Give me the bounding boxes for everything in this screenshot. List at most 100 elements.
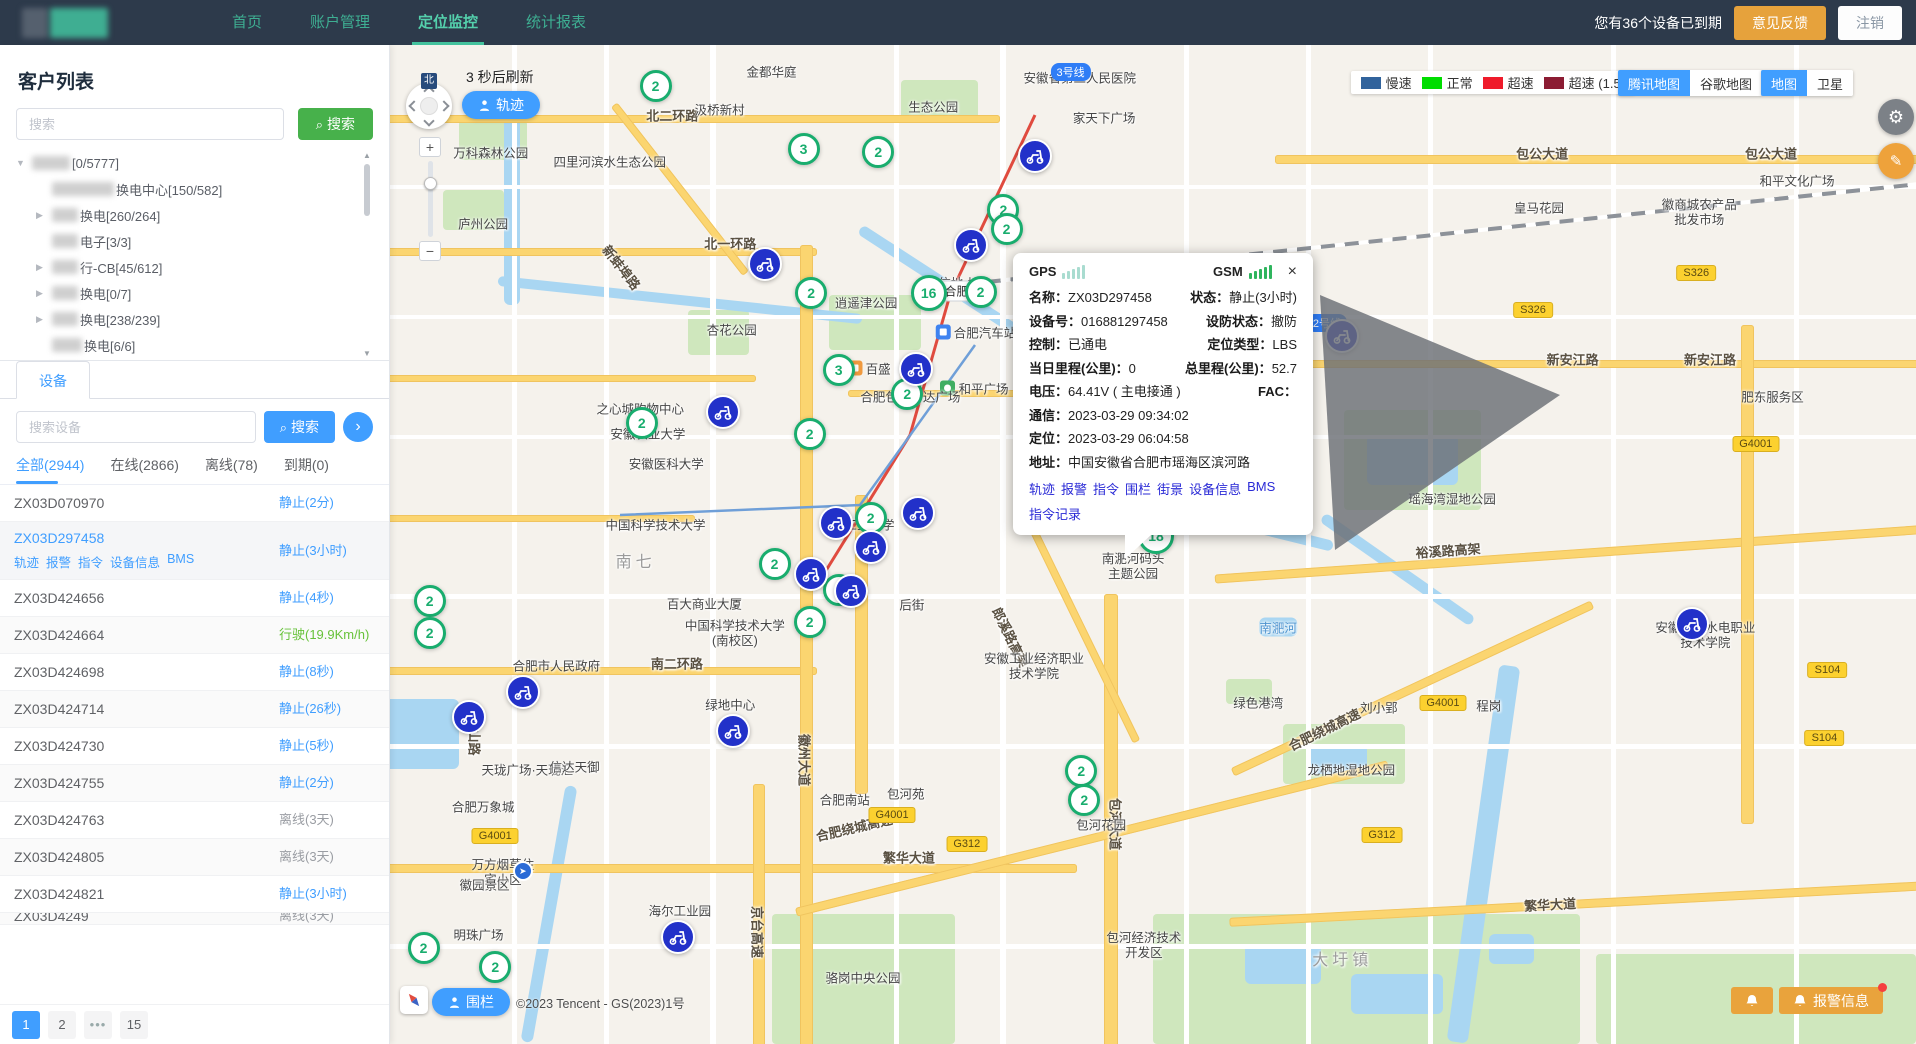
vehicle-cluster-marker[interactable]: 2	[991, 213, 1023, 245]
scrollbar-thumb[interactable]	[364, 164, 370, 216]
popup-link-设备信息[interactable]: 设备信息	[1189, 479, 1241, 498]
device-row[interactable]: ZX03D424664行驶(19.9Km/h)	[0, 617, 389, 654]
tree-node[interactable]: ▶换电[260/264]	[16, 202, 373, 228]
alarm-info-button[interactable]: 报警信息	[1779, 987, 1883, 1014]
expand-icon[interactable]: ▶	[36, 210, 52, 221]
compass-control[interactable]	[400, 986, 428, 1014]
scooter-marker[interactable]	[706, 395, 740, 429]
scooter-marker[interactable]	[819, 506, 853, 540]
tree-node[interactable]: 换电中心[150/582]	[16, 176, 373, 202]
maptype-地图[interactable]: 地图	[1761, 70, 1807, 96]
popup-link-报警[interactable]: 报警	[1061, 479, 1087, 498]
vehicle-cluster-marker[interactable]: 2	[626, 407, 658, 439]
tree-node[interactable]: 电子[3/3]	[16, 228, 373, 254]
scooter-marker[interactable]	[748, 247, 782, 281]
vehicle-cluster-marker[interactable]: 2	[479, 951, 511, 983]
nav-item-定位监控[interactable]: 定位监控	[394, 0, 502, 45]
vehicle-cluster-marker[interactable]: 2	[862, 136, 894, 168]
scooter-marker[interactable]	[794, 557, 828, 591]
zoom-out-button[interactable]: −	[419, 241, 441, 261]
vehicle-cluster-marker[interactable]: 2	[1065, 755, 1097, 787]
vehicle-cluster-marker[interactable]: 2	[759, 548, 791, 580]
maptype-卫星[interactable]: 卫星	[1807, 70, 1853, 96]
device-action-link[interactable]: BMS	[167, 552, 194, 571]
vehicle-cluster-marker[interactable]: 2	[640, 70, 672, 102]
pan-center[interactable]	[420, 97, 438, 115]
device-row[interactable]: ZX03D424698静止(8秒)	[0, 654, 389, 691]
zoom-slider-track[interactable]	[428, 161, 433, 237]
device-row[interactable]: ZX03D424821静止(3小时)	[0, 876, 389, 913]
map-canvas[interactable]: 北二环路北一环路新蚌埠路南二环路繁华大道繁华大道包公大道包公大道新安江路新安江路…	[390, 45, 1916, 1044]
tree-node[interactable]: ▶换电[0/7]	[16, 280, 373, 306]
page-button-•••[interactable]: •••	[84, 1011, 112, 1039]
expand-icon[interactable]: ▼	[16, 158, 32, 168]
scooter-marker[interactable]	[1325, 319, 1359, 353]
nav-item-统计报表[interactable]: 统计报表	[502, 0, 610, 45]
pan-right-icon[interactable]	[438, 100, 449, 111]
popup-link-轨迹[interactable]: 轨迹	[1029, 479, 1055, 498]
popup-link-街景[interactable]: 街景	[1157, 479, 1183, 498]
expand-icon[interactable]: ▶	[36, 314, 52, 325]
scooter-marker[interactable]	[854, 530, 888, 564]
settings-button[interactable]: ⚙	[1878, 99, 1914, 135]
device-row[interactable]: ZX03D424763离线(3天)	[0, 802, 389, 839]
nav-item-首页[interactable]: 首页	[208, 0, 286, 45]
track-button[interactable]: 轨迹	[462, 91, 540, 119]
tab-devices[interactable]: 设备	[16, 361, 90, 399]
filter-全部(2944)[interactable]: 全部(2944)	[16, 455, 84, 484]
pan-down-icon[interactable]	[423, 115, 434, 126]
popup-link-指令[interactable]: 指令	[1093, 479, 1119, 498]
fence-button[interactable]: 围栏	[432, 988, 510, 1016]
device-row[interactable]: ZX03D424656静止(4秒)	[0, 580, 389, 617]
page-button-15[interactable]: 15	[120, 1011, 148, 1039]
tree-scrollbar[interactable]: ▲ ▼	[361, 150, 373, 360]
scooter-marker[interactable]	[954, 228, 988, 262]
feedback-button[interactable]: 意见反馈	[1734, 6, 1826, 40]
device-row[interactable]: ZX03D424805离线(3天)	[0, 839, 389, 876]
vehicle-cluster-marker[interactable]: 2	[855, 502, 887, 534]
vehicle-cluster-marker[interactable]: 2	[414, 617, 446, 649]
zoom-slider-handle[interactable]	[424, 177, 437, 190]
alarm-bell-button[interactable]	[1731, 987, 1773, 1014]
provider-腾讯地图[interactable]: 腾讯地图	[1618, 70, 1690, 96]
filter-到期(0)[interactable]: 到期(0)	[284, 455, 329, 484]
device-action-link[interactable]: 轨迹	[14, 552, 39, 571]
device-row[interactable]: ZX03D424730静止(5秒)	[0, 728, 389, 765]
page-button-1[interactable]: 1	[12, 1011, 40, 1039]
scroll-up-icon[interactable]: ▲	[361, 150, 373, 162]
filter-离线(78)[interactable]: 离线(78)	[205, 455, 258, 484]
device-action-link[interactable]: 指令	[78, 552, 103, 571]
customer-search-input[interactable]	[16, 108, 284, 140]
vehicle-cluster-marker[interactable]: 2	[795, 277, 827, 309]
expand-icon[interactable]: ▶	[36, 262, 52, 273]
scooter-marker[interactable]	[834, 574, 868, 608]
tree-node[interactable]: ▶行-CB[45/612]	[16, 254, 373, 280]
device-search-input[interactable]	[16, 411, 256, 443]
scooter-marker[interactable]	[1675, 607, 1709, 641]
scooter-marker[interactable]	[899, 352, 933, 386]
page-button-2[interactable]: 2	[48, 1011, 76, 1039]
direction-arrow-marker[interactable]: ➤	[513, 861, 533, 881]
scooter-marker[interactable]	[716, 714, 750, 748]
popup-link-围栏[interactable]: 围栏	[1125, 479, 1151, 498]
device-row[interactable]: ZX03D424755静止(2分)	[0, 765, 389, 802]
tree-node[interactable]: 换电[6/6]	[16, 332, 373, 358]
vehicle-cluster-marker[interactable]: 2	[794, 418, 826, 450]
tree-node[interactable]: ▼[0/5777]	[16, 150, 373, 176]
device-action-link[interactable]: 报警	[46, 552, 71, 571]
map-pan-control[interactable]	[406, 83, 452, 129]
scooter-marker[interactable]	[452, 700, 486, 734]
device-row[interactable]: ZX03D4249离线(3天)	[0, 913, 389, 925]
device-row[interactable]: ZX03D297458轨迹报警指令设备信息BMS静止(3小时)	[0, 522, 389, 580]
edit-button[interactable]: ✎	[1878, 143, 1914, 179]
device-action-link[interactable]: 设备信息	[110, 552, 160, 571]
vehicle-cluster-marker[interactable]: 2	[965, 276, 997, 308]
vehicle-cluster-marker[interactable]: 3	[823, 354, 855, 386]
close-icon[interactable]: ×	[1288, 266, 1297, 278]
tree-node[interactable]: ▶换电[238/239]	[16, 306, 373, 332]
pan-left-icon[interactable]	[408, 100, 419, 111]
vehicle-cluster-marker[interactable]: 2	[408, 932, 440, 964]
expand-arrow-button[interactable]: ›	[343, 412, 373, 442]
popup-link-指令记录[interactable]: 指令记录	[1029, 504, 1081, 523]
scooter-marker[interactable]	[901, 496, 935, 530]
